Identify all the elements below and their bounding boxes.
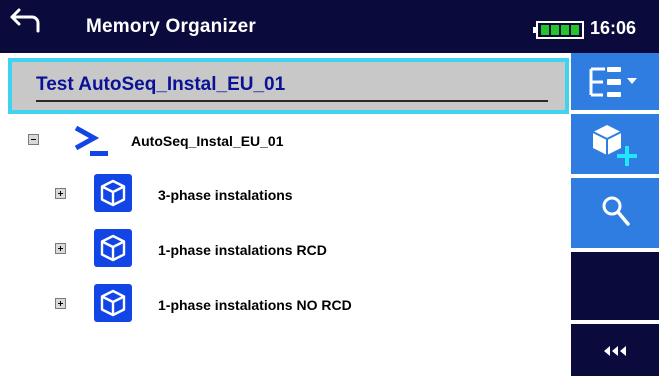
autosequence-icon — [74, 125, 108, 156]
header-bar: Memory Organizer 16:06 — [0, 0, 659, 53]
more-options-button[interactable] — [571, 324, 659, 376]
tree-child-label: 3-phase instalations — [158, 187, 293, 203]
structure-cube-icon — [94, 229, 132, 267]
more-icon — [604, 346, 626, 356]
selected-path-text: Test AutoSeq_Instal_EU_01 — [36, 74, 286, 95]
search-button[interactable] — [571, 178, 659, 248]
tree-root-node[interactable]: AutoSeq_Instal_EU_01 — [0, 120, 565, 160]
battery-icon — [533, 21, 584, 39]
page-title: Memory Organizer — [86, 16, 257, 37]
expand-toggle[interactable] — [55, 188, 66, 199]
clock: 16:06 — [590, 18, 637, 38]
sidebar-empty-slot — [571, 252, 659, 320]
tree-root-label: AutoSeq_Instal_EU_01 — [131, 133, 284, 149]
right-sidebar — [571, 53, 659, 376]
tree-child-label: 1-phase instalations NO RCD — [158, 297, 352, 313]
expand-toggle[interactable] — [55, 298, 66, 309]
tree-options-button[interactable] — [571, 53, 659, 110]
path-underline — [36, 100, 548, 102]
tree-options-icon — [589, 67, 637, 97]
expand-toggle[interactable] — [55, 243, 66, 254]
search-icon — [602, 196, 630, 226]
add-structure-button[interactable] — [571, 114, 659, 174]
tree-child-node[interactable]: 1-phase instalations RCD — [0, 227, 565, 269]
tree-child-label: 1-phase instalations RCD — [158, 242, 327, 258]
tree-child-node[interactable]: 1-phase instalations NO RCD — [0, 282, 565, 324]
add-structure-icon — [592, 125, 637, 166]
structure-cube-icon — [94, 284, 132, 322]
back-arrow-icon[interactable] — [8, 6, 42, 34]
tree-child-node[interactable]: 3-phase instalations — [0, 172, 565, 214]
structure-cube-icon — [94, 174, 132, 212]
selected-path-bar[interactable]: Test AutoSeq_Instal_EU_01 — [8, 58, 569, 114]
collapse-toggle[interactable] — [28, 134, 39, 145]
